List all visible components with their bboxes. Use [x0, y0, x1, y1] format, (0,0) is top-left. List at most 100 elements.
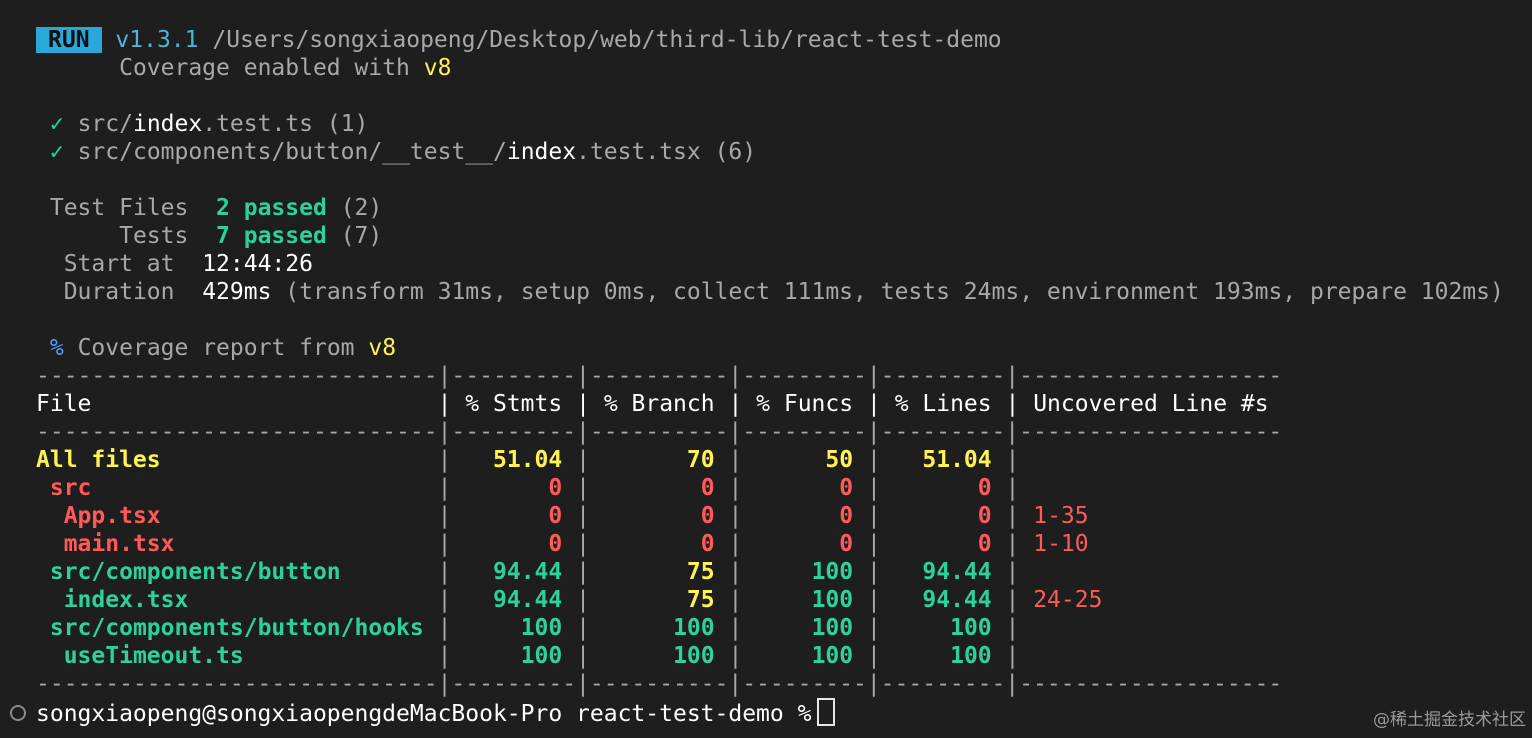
test-files-total: (2): [340, 195, 383, 221]
test-file-dir: src/components/button/__test__/: [77, 139, 507, 165]
column-divider: |: [1005, 475, 1020, 501]
metric-funcs: 100: [811, 587, 854, 613]
metric-funcs: 100: [811, 643, 854, 669]
test-file-ext: .test.ts: [202, 111, 313, 137]
column-divider: |: [576, 587, 590, 613]
check-icon: ✓: [49, 111, 64, 137]
metric-funcs: 50: [825, 447, 854, 473]
column-divider: |: [728, 615, 743, 641]
column-divider: |: [728, 531, 743, 557]
column-divider: |: [437, 643, 452, 669]
column-divider: |: [1005, 503, 1020, 529]
percent-icon: %: [49, 335, 64, 361]
prompt-mark-icon: [10, 705, 26, 721]
file-name: main.tsx: [63, 531, 175, 557]
column-divider: |: [1005, 559, 1020, 585]
column-divider: |: [728, 643, 743, 669]
file-name: src/components/button/hooks: [49, 615, 424, 641]
table-row: useTimeout.ts | 100 | 100 | 100 | 100 |: [36, 642, 1033, 670]
uncovered-lines: 24-25: [1033, 587, 1103, 613]
table-row: App.tsx | 0 | 0 | 0 | 0 | 1-35: [36, 502, 1089, 530]
summary-duration: Duration 429ms (transform 31ms, setup 0m…: [36, 278, 1504, 306]
file-name: useTimeout.ts: [63, 643, 244, 669]
coverage-enabled-text: Coverage enabled with: [119, 55, 410, 81]
table-row: All files | 51.04 | 70 | 50 | 51.04 |: [36, 446, 1033, 474]
terminal-window[interactable]: RUN v1.3.1 /Users/songxiaopeng/Desktop/w…: [0, 0, 1532, 738]
shell-prompt[interactable]: songxiaopeng@songxiaopengdeMacBook-Pro r…: [36, 698, 836, 727]
metric-branch: 100: [673, 643, 715, 669]
project-path: /Users/songxiaopeng/Desktop/web/third-li…: [212, 27, 1002, 53]
test-file-count: (1): [326, 111, 369, 137]
metric-funcs: 100: [811, 559, 854, 585]
column-divider: |: [437, 503, 452, 529]
check-icon: ✓: [49, 139, 64, 165]
duration-value: 429ms: [202, 279, 272, 305]
column-divider: |: [437, 531, 452, 557]
column-divider: |: [1005, 643, 1020, 669]
tests-passed: 7 passed: [216, 223, 327, 249]
table-row: src | 0 | 0 | 0 | 0 |: [36, 474, 1033, 502]
table-header-cell: % Stmts: [465, 391, 563, 417]
version-label: v1.3.1: [115, 27, 199, 53]
metric-stmts: 51.04: [492, 447, 563, 473]
column-divider: |: [866, 587, 881, 613]
column-divider: |: [1005, 615, 1020, 641]
test-files-passed: 2 passed: [216, 195, 327, 221]
metric-stmts: 0: [548, 531, 563, 557]
cursor: [817, 698, 836, 726]
column-divider: |: [866, 475, 881, 501]
column-divider: |: [576, 559, 590, 585]
metric-lines: 100: [950, 615, 992, 641]
column-divider: |: [576, 447, 590, 473]
column-divider: |: [866, 503, 881, 529]
watermark: @稀土掘金技术社区: [1373, 710, 1526, 730]
metric-branch: 0: [700, 531, 715, 557]
table-header-row: File | % Stmts | % Branch | % Funcs | % …: [36, 391, 1269, 417]
coverage-enabled-line: Coverage enabled with v8: [36, 54, 451, 82]
metric-branch: 0: [700, 503, 715, 529]
metric-branch: 70: [686, 447, 715, 473]
table-row: main.tsx | 0 | 0 | 0 | 0 | 1-10: [36, 530, 1089, 558]
column-divider: |: [1005, 587, 1020, 613]
uncovered-lines: 1-35: [1033, 503, 1089, 529]
metric-funcs: 0: [839, 503, 854, 529]
summary-test-files: Test Files 2 passed (2): [36, 194, 382, 222]
start-label: Start at: [63, 251, 175, 277]
column-divider: |: [1005, 447, 1020, 473]
column-divider: |: [728, 559, 743, 585]
metric-lines: 0: [977, 531, 992, 557]
metric-branch: 75: [686, 587, 715, 613]
metric-lines: 94.44: [922, 587, 992, 613]
coverage-report-text: Coverage report from: [77, 335, 355, 361]
table-separator: -----------------------------|---------|…: [36, 671, 1283, 697]
table-row: src/components/button | 94.44 | 75 | 100…: [36, 558, 1033, 586]
metric-branch: 75: [686, 559, 715, 585]
column-divider: |: [866, 643, 881, 669]
column-divider: |: [728, 503, 743, 529]
column-divider: |: [437, 615, 452, 641]
column-divider: |: [728, 587, 743, 613]
file-name: index.tsx: [63, 587, 189, 613]
metric-funcs: 0: [839, 475, 854, 501]
metric-stmts: 94.44: [492, 587, 563, 613]
coverage-provider: v8: [423, 55, 452, 81]
column-divider: |: [576, 531, 590, 557]
table-header-cell: Uncovered Line #s: [1033, 391, 1269, 417]
table-header-cell: % Branch: [603, 391, 715, 417]
column-divider: |: [728, 475, 743, 501]
test-file-ext: .test.tsx: [576, 139, 701, 165]
file-name: src/components/button: [49, 559, 341, 585]
file-name: src: [49, 475, 92, 501]
run-header-line: RUN v1.3.1 /Users/songxiaopeng/Desktop/w…: [36, 26, 1002, 54]
column-divider: |: [576, 475, 590, 501]
metric-stmts: 0: [548, 503, 563, 529]
metric-stmts: 100: [520, 643, 563, 669]
coverage-report-title: % Coverage report from v8: [36, 334, 396, 362]
metric-branch: 0: [700, 475, 715, 501]
table-header-cell: % Lines: [894, 391, 992, 417]
metric-stmts: 0: [548, 475, 563, 501]
metric-lines: 51.04: [922, 447, 992, 473]
table-header-cell: File: [36, 391, 92, 417]
uncovered-lines: 1-10: [1033, 531, 1089, 557]
coverage-report-provider: v8: [368, 335, 397, 361]
